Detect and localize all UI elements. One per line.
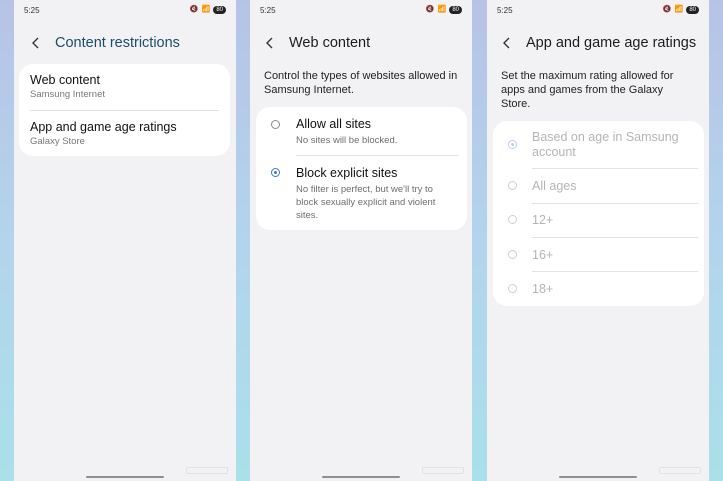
option-label: Based on age in Samsung account	[532, 130, 679, 159]
app-bar: Content restrictions	[26, 33, 180, 53]
option-title: Allow all sites	[296, 117, 372, 131]
gesture-bar[interactable]	[86, 476, 164, 478]
list-item-web-content[interactable]: Web content Samsung Internet	[30, 73, 220, 103]
list-item-age-ratings[interactable]: App and game age ratings Galaxy Store	[30, 120, 220, 150]
rating-options-card: Based on age in Samsung account All ages…	[493, 121, 704, 306]
radio-button[interactable]	[508, 215, 517, 224]
radio-button[interactable]	[508, 250, 517, 259]
option-all-ages[interactable]: All ages	[493, 169, 704, 203]
watermark	[186, 467, 228, 474]
chevron-left-icon	[32, 37, 39, 49]
option-label: All ages	[532, 179, 577, 193]
mute-icon: 🔇	[189, 6, 199, 13]
chevron-left-icon	[503, 37, 510, 49]
status-time: 5:25	[497, 6, 513, 15]
radio-button[interactable]	[271, 120, 280, 129]
watermark	[422, 467, 464, 474]
option-subtitle: No filter is perfect, but we'll try to b…	[296, 184, 436, 221]
list-item-title: Web content	[30, 73, 100, 87]
radio-button-selected[interactable]	[271, 168, 280, 177]
mute-icon: 🔇	[662, 6, 672, 13]
option-label: 16+	[532, 248, 554, 262]
screen-age-ratings: 5:25 🔇 📶 80 App and game age ratings Set…	[487, 0, 709, 481]
page-description: Set the maximum rating allowed for apps …	[501, 70, 674, 110]
back-button[interactable]	[497, 33, 517, 53]
status-bar: 5:25 🔇 📶 80	[497, 6, 699, 18]
battery-icon: 80	[686, 6, 699, 14]
screen-content-restrictions: 5:25 🔇 📶 80 Content restrictions Web con…	[14, 0, 236, 481]
list-item-subtitle: Samsung Internet	[30, 89, 105, 100]
option-label: 12+	[532, 213, 554, 227]
page-description: Control the types of websites allowed in…	[264, 70, 458, 96]
wifi-icon: 📶	[674, 6, 684, 13]
list-item-title: App and game age ratings	[30, 120, 177, 134]
page-title: Content restrictions	[55, 35, 180, 51]
option-16-plus[interactable]: 16+	[493, 238, 704, 272]
option-title: Block explicit sites	[296, 166, 398, 180]
wallpaper-strip	[0, 0, 14, 481]
options-card: Allow all sites No sites will be blocked…	[256, 107, 467, 230]
option-allow-all-sites[interactable]: Allow all sites No sites will be blocked…	[256, 107, 467, 155]
mute-icon: 🔇	[425, 6, 435, 13]
settings-card: Web content Samsung Internet App and gam…	[19, 64, 230, 156]
option-subtitle: No sites will be blocked.	[296, 135, 398, 146]
page-title: Web content	[289, 35, 371, 51]
gesture-bar[interactable]	[322, 476, 400, 478]
gesture-bar[interactable]	[559, 476, 637, 478]
radio-button-selected[interactable]	[508, 140, 517, 149]
list-item-subtitle: Galaxy Store	[30, 136, 85, 147]
status-time: 5:25	[24, 6, 40, 15]
back-button[interactable]	[260, 33, 280, 53]
wifi-icon: 📶	[201, 6, 211, 13]
wifi-icon: 📶	[437, 6, 447, 13]
battery-icon: 80	[449, 6, 462, 14]
app-bar: App and game age ratings	[497, 33, 696, 53]
radio-button[interactable]	[508, 181, 517, 190]
option-label: 18+	[532, 282, 554, 296]
option-based-on-age[interactable]: Based on age in Samsung account	[493, 121, 704, 169]
option-block-explicit-sites[interactable]: Block explicit sites No filter is perfec…	[256, 156, 467, 228]
watermark	[659, 467, 701, 474]
status-bar: 5:25 🔇 📶 80	[260, 6, 462, 18]
divider	[30, 110, 219, 111]
back-button[interactable]	[26, 33, 46, 53]
screen-web-content: 5:25 🔇 📶 80 Web content Control the type…	[250, 0, 472, 481]
app-bar: Web content	[260, 33, 370, 53]
status-bar: 5:25 🔇 📶 80	[24, 6, 226, 18]
status-time: 5:25	[260, 6, 276, 15]
option-18-plus[interactable]: 18+	[493, 272, 704, 306]
chevron-left-icon	[266, 37, 273, 49]
radio-button[interactable]	[508, 284, 517, 293]
option-12-plus[interactable]: 12+	[493, 204, 704, 238]
page-title: App and game age ratings	[526, 35, 697, 51]
battery-icon: 80	[213, 6, 226, 14]
